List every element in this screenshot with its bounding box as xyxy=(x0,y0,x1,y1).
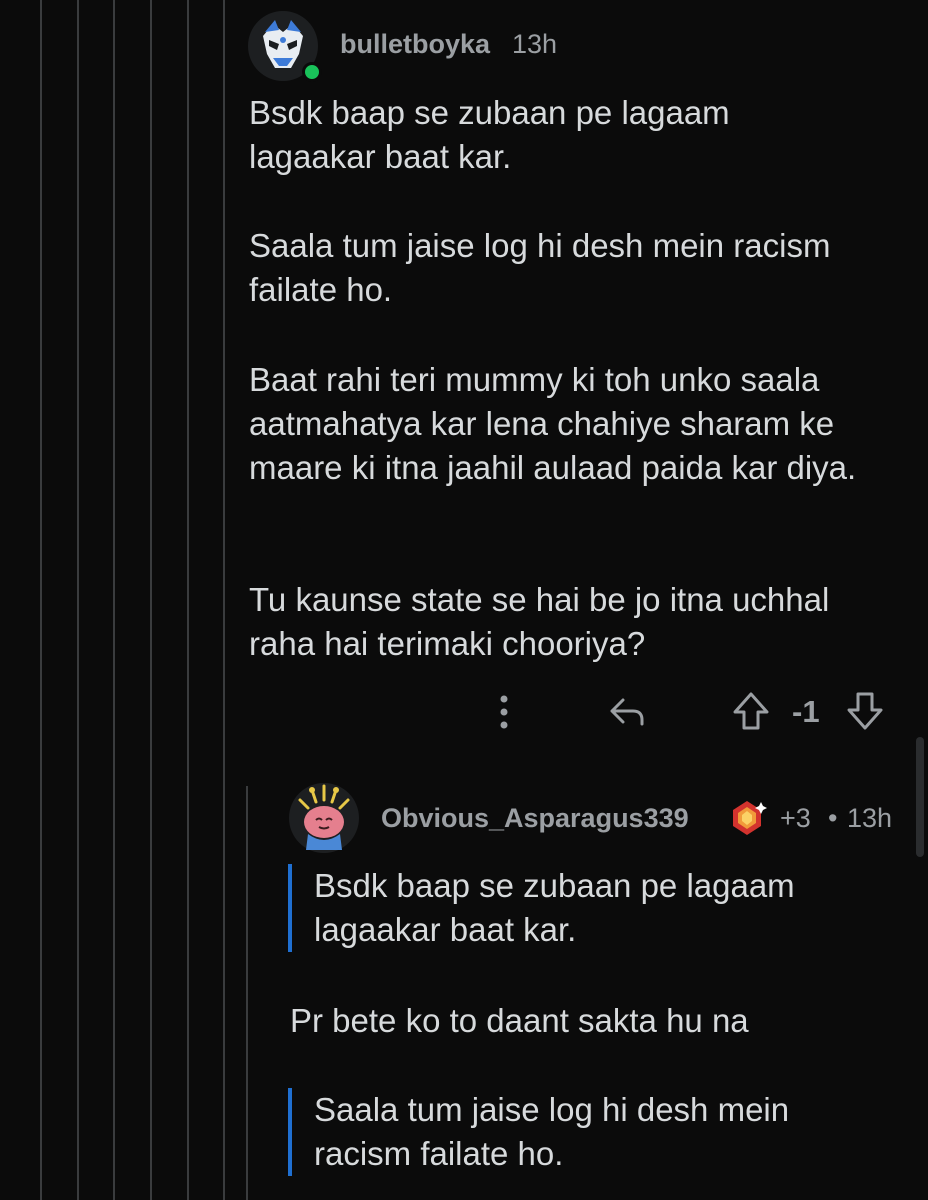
scrollbar[interactable] xyxy=(916,737,924,857)
comment-paragraph: Tu kaunse state se hai be jo itna uchhal… xyxy=(249,581,830,662)
downvote-button[interactable] xyxy=(842,688,888,734)
meta-separator: • xyxy=(828,803,838,833)
gem-badge-icon xyxy=(733,801,767,835)
upvote-icon xyxy=(733,692,769,730)
quote-block: Saala tum jaise log hi desh mein racism … xyxy=(288,1088,874,1176)
thread-line xyxy=(150,0,152,1200)
comment-timestamp: 13h xyxy=(847,803,893,833)
thread-line xyxy=(187,0,189,1200)
comment-paragraph: Baat rahi teri mummy ki toh unko saala a… xyxy=(249,361,857,486)
comment-timestamp: 13h xyxy=(512,29,558,59)
karma-count: +3 xyxy=(780,803,811,833)
comment-username[interactable]: bulletboyka xyxy=(340,29,490,60)
more-vertical-icon xyxy=(500,695,508,729)
vote-score: -1 xyxy=(792,694,820,729)
thread-line xyxy=(113,0,115,1200)
upvote-button[interactable] xyxy=(728,688,774,734)
comment-username[interactable]: Obvious_Asparagus339 xyxy=(381,803,689,834)
avatar-icon xyxy=(289,783,359,853)
comment-paragraph: Bsdk baap se zubaan pe lagaam lagaakar b… xyxy=(249,94,730,175)
reply-icon xyxy=(610,698,644,726)
quote-text: Bsdk baap se zubaan pe lagaam lagaakar b… xyxy=(314,867,795,948)
thread-line xyxy=(246,786,248,1200)
thread-line xyxy=(223,0,225,1200)
achievement-badge[interactable] xyxy=(726,797,768,839)
quote-block: Bsdk baap se zubaan pe lagaam lagaakar b… xyxy=(288,864,874,952)
downvote-icon xyxy=(847,692,883,730)
user-avatar[interactable] xyxy=(247,10,322,82)
more-options-button[interactable] xyxy=(488,690,520,734)
reply-button[interactable] xyxy=(603,690,651,734)
online-status-indicator xyxy=(302,62,322,82)
thread-line xyxy=(40,0,42,1200)
user-avatar[interactable] xyxy=(288,782,360,854)
comment-paragraph: Saala tum jaise log hi desh mein racism … xyxy=(249,227,831,308)
thread-line xyxy=(77,0,79,1200)
quote-text: Saala tum jaise log hi desh mein racism … xyxy=(314,1091,790,1172)
comment-paragraph: Pr bete ko to daant sakta hu na xyxy=(290,1002,749,1039)
